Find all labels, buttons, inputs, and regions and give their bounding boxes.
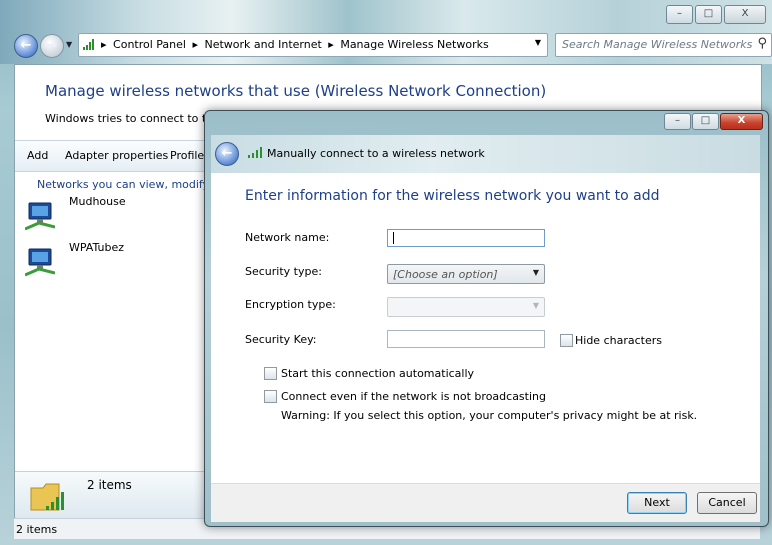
search-placeholder: Search Manage Wireless Networks	[562, 38, 753, 51]
dialog-close-button[interactable]: X	[720, 113, 763, 130]
breadcrumb-manage-wireless-networks[interactable]: Manage Wireless Networks	[340, 38, 488, 51]
security-type-label: Security type:	[245, 265, 322, 278]
network-name: WPATubez	[69, 241, 125, 254]
list-item[interactable]: WPATubez	[25, 241, 225, 281]
wireless-network-icon	[25, 202, 55, 231]
security-key-field[interactable]	[387, 330, 545, 348]
maximize-button[interactable]: □	[695, 5, 722, 24]
breadcrumb-control-panel[interactable]: Control Panel	[113, 38, 186, 51]
network-name: Mudhouse	[69, 195, 126, 208]
forward-arrow-icon[interactable]: →	[40, 34, 64, 58]
add-button[interactable]: Add	[27, 149, 48, 162]
status-text: 2 items	[16, 523, 58, 536]
breadcrumb: ▸ Control Panel ▸ Network and Internet ▸…	[101, 38, 489, 51]
dialog-maximize-button[interactable]: □	[692, 113, 719, 130]
wireless-signal-icon	[248, 147, 262, 158]
list-item[interactable]: Mudhouse	[25, 195, 225, 235]
search-icon[interactable]: ⚲	[757, 36, 767, 51]
adapter-properties-button[interactable]: Adapter properties	[65, 149, 168, 162]
minimize-button[interactable]: –	[666, 5, 693, 24]
back-arrow-icon[interactable]: ←	[215, 142, 239, 166]
address-bar[interactable]: ▸ Control Panel ▸ Network and Internet ▸…	[78, 33, 548, 57]
hide-characters-label: Hide characters	[575, 334, 662, 347]
next-button[interactable]: Next	[627, 492, 687, 514]
navigation-bar: ← → ▼ ▸ Control Panel ▸ Network and Inte…	[14, 33, 772, 58]
security-key-label: Security Key:	[245, 333, 317, 346]
start-automatically-label: Start this connection automatically	[281, 367, 475, 380]
page-title: Manage wireless networks that use (Wirel…	[45, 82, 547, 100]
dialog-body: Enter information for the wireless netwo…	[211, 173, 760, 483]
dialog-header: ← Manually connect to a wireless network	[211, 135, 760, 173]
connect-not-broadcasting-checkbox[interactable]	[264, 390, 277, 403]
encryption-type-label: Encryption type:	[245, 298, 336, 311]
dialog-minimize-button[interactable]: –	[664, 113, 691, 130]
window-controls: – □ X	[666, 5, 766, 24]
privacy-warning: Warning: If you select this option, your…	[281, 409, 698, 422]
encryption-type-select[interactable]: ▼	[387, 297, 545, 317]
dialog-window-controls: – □ X	[664, 113, 763, 130]
chevron-down-icon: ▼	[532, 301, 539, 310]
text-caret	[393, 232, 394, 244]
security-type-value: [Choose an option]	[393, 268, 498, 281]
back-arrow-icon[interactable]: ←	[14, 34, 38, 58]
network-folder-icon	[30, 483, 64, 511]
address-dropdown-icon[interactable]: ▼	[535, 38, 541, 47]
dialog-heading: Enter information for the wireless netwo…	[245, 188, 660, 204]
chevron-down-icon: ▼	[532, 268, 539, 277]
dialog-footer: Next Cancel	[211, 483, 760, 522]
network-name-field[interactable]	[387, 229, 545, 247]
item-count: 2 items	[87, 478, 132, 492]
start-automatically-checkbox[interactable]	[264, 367, 277, 380]
profile-types-button[interactable]: Profile	[170, 149, 204, 162]
manually-connect-dialog: – □ X ← Manually connect to a wireless n…	[204, 110, 769, 527]
recent-pages-dropdown-icon[interactable]: ▼	[66, 40, 72, 49]
hide-characters-checkbox[interactable]	[560, 334, 573, 347]
wireless-signal-icon	[83, 39, 94, 50]
security-type-select[interactable]: [Choose an option] ▼	[387, 264, 545, 284]
wireless-network-icon	[25, 248, 55, 277]
close-button[interactable]: X	[724, 5, 766, 24]
network-name-label: Network name:	[245, 231, 330, 244]
connect-not-broadcasting-label: Connect even if the network is not broad…	[281, 390, 546, 403]
breadcrumb-network-and-internet[interactable]: Network and Internet	[205, 38, 322, 51]
cancel-button[interactable]: Cancel	[697, 492, 757, 514]
search-input[interactable]: Search Manage Wireless Networks ⚲	[555, 33, 772, 57]
dialog-title: Manually connect to a wireless network	[267, 147, 485, 160]
